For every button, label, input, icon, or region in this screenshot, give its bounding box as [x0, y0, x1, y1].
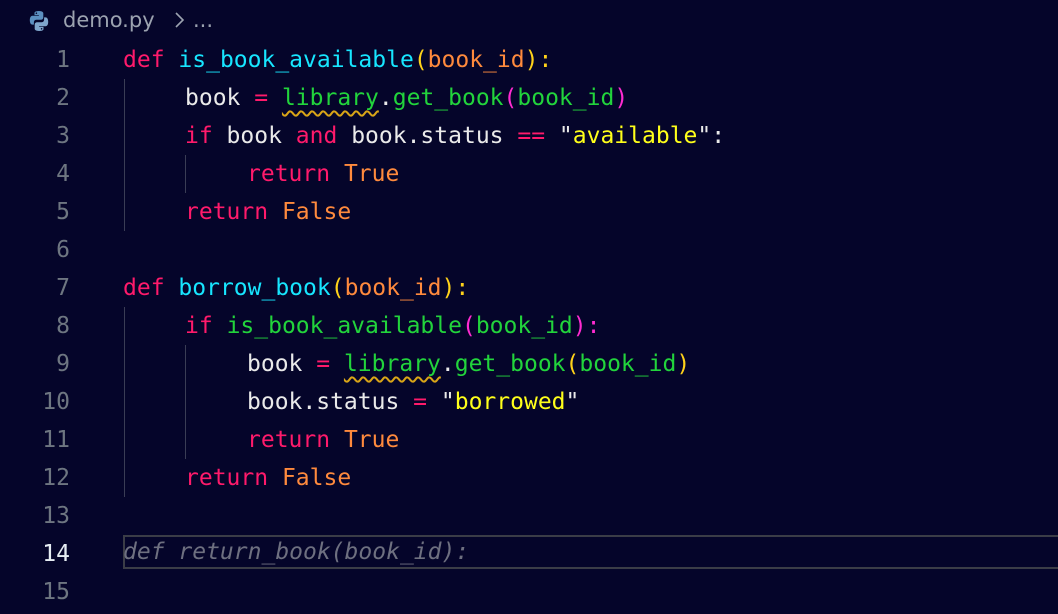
code-text[interactable]: return True: [247, 421, 399, 459]
code-line-6[interactable]: 6: [0, 231, 1058, 269]
code-text[interactable]: if book and book.status == "available":: [185, 117, 725, 155]
code-editor[interactable]: 1 def is_book_available(book_id): 2 book…: [0, 41, 1058, 614]
code-line-9[interactable]: 9 book = library.get_book(book_id): [0, 345, 1058, 383]
code-line-5[interactable]: 5 return False: [0, 193, 1058, 231]
line-number: 10: [42, 389, 70, 415]
code-line-15[interactable]: 15: [0, 573, 1058, 611]
line-number: 12: [42, 465, 70, 491]
breadcrumb-file-name[interactable]: demo.py: [63, 6, 155, 34]
line-number: 6: [56, 237, 70, 263]
line-number: 9: [56, 351, 70, 377]
code-text[interactable]: book = library.get_book(book_id): [185, 79, 628, 117]
code-line-10[interactable]: 10 book.status = "borrowed": [0, 383, 1058, 421]
inline-suggestion[interactable]: def return_book(book_id):: [123, 533, 469, 571]
code-line-8[interactable]: 8 if is_book_available(book_id):: [0, 307, 1058, 345]
line-number: 2: [56, 85, 70, 111]
code-line-14[interactable]: 14 def return_book(book_id):: [0, 535, 1058, 573]
breadcrumb-more[interactable]: ...: [193, 6, 213, 34]
python-icon: [29, 11, 49, 31]
code-text[interactable]: book = library.get_book(book_id): [247, 345, 690, 383]
code-text[interactable]: return False: [185, 459, 351, 497]
code-line-3[interactable]: 3 if book and book.status == "available"…: [0, 117, 1058, 155]
code-line-12[interactable]: 12 return False: [0, 459, 1058, 497]
code-text[interactable]: return False: [185, 193, 351, 231]
code-line-2[interactable]: 2 book = library.get_book(book_id): [0, 79, 1058, 117]
line-number: 1: [56, 47, 70, 73]
code-line-13[interactable]: 13: [0, 497, 1058, 535]
line-number: 8: [56, 313, 70, 339]
code-text[interactable]: if is_book_available(book_id):: [185, 307, 600, 345]
code-line-4[interactable]: 4 return True: [0, 155, 1058, 193]
line-number: 11: [42, 427, 70, 453]
code-text[interactable]: def borrow_book(book_id):: [123, 269, 469, 307]
line-number-active: 14: [42, 541, 70, 567]
code-text[interactable]: def is_book_available(book_id):: [123, 41, 552, 79]
line-number: 13: [42, 503, 70, 529]
code-text[interactable]: return True: [247, 155, 399, 193]
code-text[interactable]: book.status = "borrowed": [247, 383, 579, 421]
chevron-right-icon: [175, 12, 185, 28]
code-line-11[interactable]: 11 return True: [0, 421, 1058, 459]
line-number: 15: [42, 579, 70, 605]
line-number: 7: [56, 275, 70, 301]
code-line-7[interactable]: 7 def borrow_book(book_id):: [0, 269, 1058, 307]
line-number: 4: [56, 161, 70, 187]
line-number: 3: [56, 123, 70, 149]
breadcrumb: demo.py ...: [0, 0, 1058, 40]
code-line-1[interactable]: 1 def is_book_available(book_id):: [0, 41, 1058, 79]
line-number: 5: [56, 199, 70, 225]
